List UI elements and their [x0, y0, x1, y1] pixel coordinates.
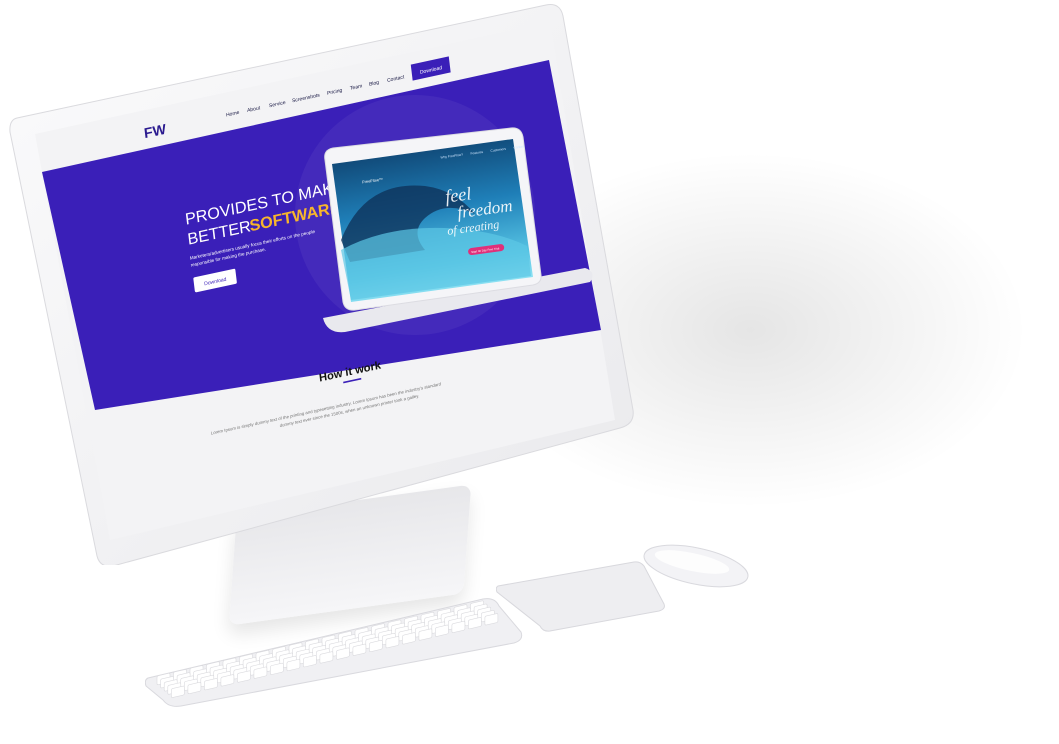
trackpad[interactable] [496, 560, 666, 632]
imac-monitor: FW Home About Service Screenshots Pricin… [5, 0, 635, 565]
mouse[interactable] [642, 544, 752, 588]
hero-laptop: FreeFlow™ Why FreeFlow? Features Custome… [323, 127, 593, 333]
trackpad-surface [496, 561, 665, 632]
keyboard [145, 598, 523, 707]
